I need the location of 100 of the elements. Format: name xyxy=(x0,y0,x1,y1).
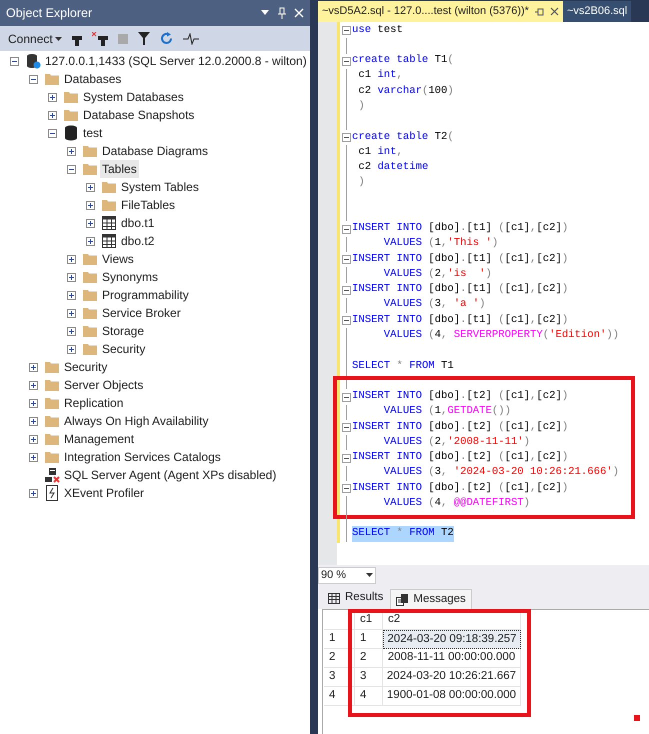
tree-item[interactable]: Security xyxy=(100,340,148,358)
code-line: create table T2( xyxy=(352,130,454,145)
table-cell: 2024-03-20 09:18:39.257 xyxy=(383,630,521,649)
caret-icon xyxy=(54,36,62,40)
tree-item[interactable]: System Databases xyxy=(81,88,186,106)
expand-toggle[interactable] xyxy=(86,218,95,228)
folder-icon xyxy=(82,342,98,356)
fold-icon[interactable] xyxy=(342,56,350,66)
disconnect-icon[interactable] xyxy=(92,32,108,46)
caret-icon xyxy=(366,573,373,577)
expand-toggle[interactable] xyxy=(29,488,38,498)
close-icon[interactable] xyxy=(550,7,559,16)
expand-toggle[interactable] xyxy=(29,362,38,372)
fold-icon[interactable] xyxy=(342,286,350,295)
tree-item[interactable]: Integration Services Catalogs xyxy=(62,448,223,466)
editor-tab[interactable]: ~vsD5A2.sql - 127.0....test (wilton (5376))* xyxy=(318,1,563,22)
tree-item[interactable]: Management xyxy=(62,430,136,448)
fold-icon[interactable] xyxy=(342,316,350,326)
editor-tab[interactable]: ~vs2B06.sql xyxy=(562,1,632,22)
tree-item[interactable]: Views xyxy=(100,250,136,268)
table-icon xyxy=(102,234,116,248)
panel-title: Object Explorer xyxy=(6,4,92,22)
expand-toggle[interactable] xyxy=(67,146,76,156)
table-cell: 2 xyxy=(355,649,383,668)
grid-corner[interactable] xyxy=(324,611,355,630)
tree-item[interactable]: Programmability xyxy=(100,286,191,304)
tree-item[interactable]: dbo.t2 xyxy=(119,232,156,250)
collapse-toggle[interactable] xyxy=(10,56,19,66)
tree-item[interactable]: Synonyms xyxy=(100,268,160,286)
fold-icon[interactable] xyxy=(342,423,350,432)
expand-toggle[interactable] xyxy=(86,236,95,246)
tree-item[interactable]: Database Diagrams xyxy=(100,142,210,160)
activity-icon[interactable] xyxy=(182,32,199,44)
tree-item[interactable]: Replication xyxy=(62,394,126,412)
expand-toggle[interactable] xyxy=(48,110,57,120)
dropdown-icon[interactable] xyxy=(260,10,270,16)
expand-toggle[interactable] xyxy=(29,380,38,390)
code-line: INSERT INTO [dbo].[t1] ([c1],[c2]) xyxy=(352,312,568,328)
tree-item[interactable]: Always On High Availability xyxy=(62,412,211,430)
expand-toggle[interactable] xyxy=(29,416,38,426)
fold-icon[interactable] xyxy=(342,255,350,264)
folder-icon xyxy=(101,180,117,194)
expand-toggle[interactable] xyxy=(29,452,38,462)
code-line: c1 int, xyxy=(357,68,403,84)
code-line: SELECT * FROM T1 xyxy=(352,358,454,374)
tree-item[interactable]: Security xyxy=(62,358,110,376)
tree-item[interactable]: Database Snapshots xyxy=(81,106,196,124)
fold-icon[interactable] xyxy=(342,454,350,463)
fold-icon[interactable] xyxy=(342,224,350,234)
collapse-toggle[interactable] xyxy=(29,74,38,84)
expand-toggle[interactable] xyxy=(67,326,76,336)
tree-item[interactable]: SQL Server Agent (Agent XPs disabled) xyxy=(62,466,278,484)
fold-icon[interactable] xyxy=(342,484,350,494)
tree-item[interactable]: Tables xyxy=(100,160,139,178)
expand-toggle[interactable] xyxy=(67,344,76,354)
expand-toggle[interactable] xyxy=(67,254,76,264)
folder-icon xyxy=(44,414,60,428)
code-line: INSERT INTO [dbo].[t1] ([c1],[c2]) xyxy=(352,252,568,267)
tab-label: Results xyxy=(345,590,384,606)
zoom-dropdown[interactable]: 90 % xyxy=(318,566,376,584)
filter-icon[interactable] xyxy=(138,32,150,45)
tree-item[interactable]: 127.0.0.1,1433 (SQL Server 12.0.2000.8 - wilton) xyxy=(43,52,309,70)
expand-toggle[interactable] xyxy=(29,398,38,408)
expand-toggle[interactable] xyxy=(67,308,76,318)
tree-item[interactable]: test xyxy=(81,124,104,142)
fold-icon[interactable] xyxy=(342,26,350,36)
fold-icon[interactable] xyxy=(342,392,350,402)
expand-toggle[interactable] xyxy=(67,272,76,282)
fold-icon[interactable] xyxy=(342,132,350,142)
column-header[interactable]: c1 xyxy=(355,611,383,630)
code-line: VALUES (4, SERVERPROPERTY('Edition')) xyxy=(382,328,620,343)
expand-toggle[interactable] xyxy=(29,434,38,444)
expand-toggle[interactable] xyxy=(86,200,95,210)
tree-item[interactable]: System Tables xyxy=(119,178,201,196)
refresh-icon[interactable] xyxy=(160,32,173,45)
connect-button[interactable]: Connect xyxy=(8,30,62,48)
pin-icon[interactable] xyxy=(534,8,544,16)
code-line: use test xyxy=(352,22,403,38)
tree-item[interactable]: Server Objects xyxy=(62,376,146,394)
expand-toggle[interactable] xyxy=(48,92,57,102)
code-editor[interactable] xyxy=(318,22,649,565)
results-tab[interactable]: Messages xyxy=(390,589,472,609)
grid-icon xyxy=(328,592,340,604)
tab-label: ~vsD5A2.sql - 127.0....test (wilton (5376))* xyxy=(322,4,529,20)
expand-toggle[interactable] xyxy=(86,182,95,192)
collapse-toggle[interactable] xyxy=(67,164,76,174)
code-line: VALUES (3, '2024-03-20 10:26:21.666') xyxy=(382,465,620,480)
tree-item[interactable]: Storage xyxy=(100,322,146,340)
folder-icon xyxy=(44,378,60,392)
row-number: 3 xyxy=(324,668,355,687)
code-line: INSERT INTO [dbo].[t2] ([c1],[c2]) xyxy=(352,420,568,435)
tree-item[interactable]: XEvent Profiler xyxy=(62,484,146,502)
tree-item[interactable]: Service Broker xyxy=(100,304,183,322)
tree-item[interactable]: FileTables xyxy=(119,196,178,214)
tree-item[interactable]: dbo.t1 xyxy=(119,214,156,232)
folder-icon xyxy=(82,288,98,302)
collapse-toggle[interactable] xyxy=(48,128,57,138)
tree-item[interactable]: Databases xyxy=(62,70,124,88)
expand-toggle[interactable] xyxy=(67,290,76,300)
table-cell: 2008-11-11 00:00:00.000 xyxy=(383,649,521,668)
